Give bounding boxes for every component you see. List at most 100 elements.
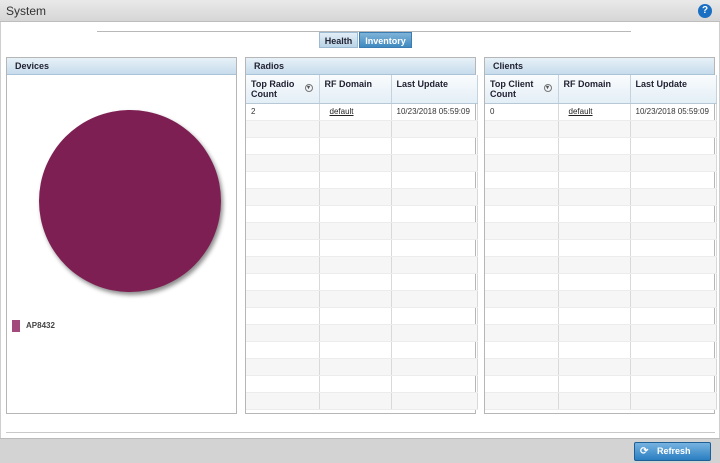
column-header-top-client-count[interactable]: Top Client Count ▾ (485, 75, 559, 104)
table-cell (558, 341, 631, 359)
devices-pie-chart[interactable] (39, 110, 221, 292)
table-cell (630, 154, 717, 172)
table-row[interactable] (246, 154, 478, 172)
table-cell (246, 358, 320, 376)
table-row[interactable]: 2 default 10/23/2018 05:59:09 (246, 103, 478, 121)
table-cell (558, 375, 631, 393)
table-row[interactable] (246, 239, 478, 257)
table-cell (319, 256, 392, 274)
column-header-last-update[interactable]: Last Update (391, 75, 478, 104)
clients-panel-title: Clients (485, 58, 714, 75)
table-row[interactable] (246, 290, 478, 308)
table-row[interactable] (246, 222, 478, 240)
table-row[interactable] (246, 358, 478, 376)
table-cell (558, 154, 631, 172)
table-cell (246, 324, 320, 342)
table-row[interactable] (246, 137, 478, 155)
refresh-icon: ⟳ (640, 446, 649, 457)
sort-icon[interactable]: ▾ (543, 84, 552, 92)
table-row[interactable] (246, 120, 478, 138)
table-cell (485, 256, 559, 274)
table-cell (246, 188, 320, 206)
table-cell (485, 120, 559, 138)
table-row[interactable] (485, 154, 717, 172)
table-row[interactable] (246, 341, 478, 359)
table-row[interactable] (246, 171, 478, 189)
table-cell (391, 307, 478, 325)
table-row[interactable] (485, 256, 717, 274)
table-cell (558, 358, 631, 376)
table-row[interactable] (246, 273, 478, 291)
table-row[interactable] (485, 188, 717, 206)
table-row[interactable] (485, 171, 717, 189)
table-cell (391, 324, 478, 342)
table-cell (485, 154, 559, 172)
tab-health[interactable]: Health (319, 32, 358, 48)
table-cell (391, 358, 478, 376)
legend-label: AP8432 (26, 321, 55, 330)
tab-inventory[interactable]: Inventory (359, 32, 412, 48)
table-cell (485, 375, 559, 393)
column-header-rf-domain[interactable]: RF Domain (558, 75, 631, 104)
page-title: System (6, 4, 47, 18)
refresh-button[interactable]: ⟳ Refresh (634, 442, 711, 461)
table-row[interactable] (246, 188, 478, 206)
table-row[interactable] (485, 290, 717, 308)
radios-table: Top Radio Count ▾ RF Domain Last Update … (246, 75, 478, 410)
rf-domain-link[interactable]: default (558, 103, 631, 121)
table-row[interactable] (246, 392, 478, 410)
table-cell (391, 256, 478, 274)
table-cell: 10/23/2018 05:59:09 (630, 103, 717, 121)
table-cell (485, 137, 559, 155)
rf-domain-link[interactable]: default (319, 103, 392, 121)
table-cell (630, 205, 717, 223)
table-row[interactable] (485, 392, 717, 410)
table-row[interactable] (485, 358, 717, 376)
table-cell (630, 256, 717, 274)
table-row[interactable] (485, 273, 717, 291)
table-cell (391, 171, 478, 189)
table-cell (319, 205, 392, 223)
table-cell (391, 392, 478, 410)
table-cell (391, 188, 478, 206)
table-row[interactable] (485, 324, 717, 342)
table-row[interactable] (246, 324, 478, 342)
table-cell (485, 171, 559, 189)
table-row[interactable] (246, 256, 478, 274)
radios-panel: Radios Top Radio Count ▾ RF Domain Last … (245, 57, 478, 414)
table-row[interactable] (485, 137, 717, 155)
table-cell: 0 (485, 103, 559, 121)
table-row[interactable] (246, 307, 478, 325)
table-cell (319, 307, 392, 325)
table-cell (485, 307, 559, 325)
table-cell (391, 222, 478, 240)
table-row[interactable] (485, 205, 717, 223)
table-cell (558, 171, 631, 189)
table-row[interactable] (485, 375, 717, 393)
table-row[interactable] (485, 222, 717, 240)
table-row[interactable] (246, 205, 478, 223)
table-row[interactable] (485, 307, 717, 325)
table-cell (319, 290, 392, 308)
table-row[interactable] (246, 375, 478, 393)
table-cell (319, 358, 392, 376)
table-cell (246, 290, 320, 308)
table-row[interactable]: 0 default 10/23/2018 05:59:09 (485, 103, 717, 121)
table-row[interactable] (485, 239, 717, 257)
table-cell (485, 290, 559, 308)
column-header-top-radio-count[interactable]: Top Radio Count ▾ (246, 75, 320, 104)
table-cell (558, 256, 631, 274)
help-icon[interactable]: ? (698, 4, 712, 18)
table-cell (319, 392, 392, 410)
table-cell (319, 188, 392, 206)
sort-icon[interactable]: ▾ (304, 84, 313, 92)
table-row[interactable] (485, 341, 717, 359)
column-header-rf-domain[interactable]: RF Domain (319, 75, 392, 104)
table-cell (558, 392, 631, 410)
column-header-last-update[interactable]: Last Update (630, 75, 717, 104)
table-cell (391, 341, 478, 359)
table-cell (558, 120, 631, 138)
table-cell (630, 137, 717, 155)
table-cell (630, 358, 717, 376)
table-row[interactable] (485, 120, 717, 138)
